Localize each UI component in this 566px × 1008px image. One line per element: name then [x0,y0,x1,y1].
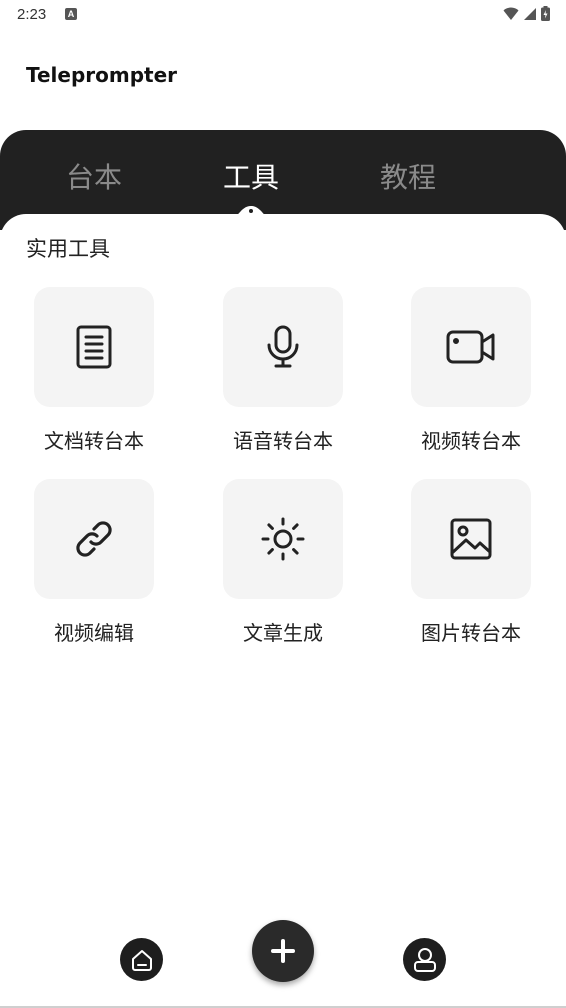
active-tab-indicator [228,206,274,220]
status-indicators [503,6,550,21]
tool-video-edit[interactable]: 视频编辑 [14,479,174,659]
tool-document-to-script[interactable]: 文档转台本 [14,287,174,467]
profile-button[interactable] [403,938,446,981]
tool-label: 文章生成 [243,621,323,645]
cell-signal-icon [524,7,536,20]
status-time: 2:23 [17,6,47,23]
profile-icon [413,947,436,972]
plus-icon [271,939,295,963]
tab-tutorial[interactable]: 教程 [380,156,436,196]
add-button[interactable] [252,920,314,982]
tab-script[interactable]: 台本 [66,156,122,196]
sun-icon [261,517,305,561]
tool-tile[interactable] [223,287,343,407]
tool-tile[interactable] [411,287,531,407]
tool-tile[interactable] [223,479,343,599]
bottom-nav [0,910,566,1008]
home-button[interactable] [120,938,163,981]
tool-label: 语音转台本 [233,429,333,453]
tool-label: 文档转台本 [44,429,144,453]
home-icon [131,949,152,971]
wifi-icon [503,7,519,20]
tool-voice-to-script[interactable]: 语音转台本 [203,287,363,467]
notification-icon: A [65,8,77,20]
tool-tile[interactable] [411,479,531,599]
section-title: 实用工具 [26,237,110,261]
microphone-icon [267,325,299,368]
app-title: Teleprompter [26,63,178,87]
status-bar: 2:23 A [0,0,566,32]
tool-tile[interactable] [34,287,154,407]
video-camera-icon [446,330,495,364]
tool-label: 视频转台本 [421,429,521,453]
tool-video-to-script[interactable]: 视频转台本 [391,287,551,467]
battery-icon [541,6,550,21]
tool-image-to-script[interactable]: 图片转台本 [391,479,551,659]
tool-label: 图片转台本 [421,621,521,645]
tool-label: 视频编辑 [54,621,134,645]
image-icon [450,518,492,560]
tool-article-generation[interactable]: 文章生成 [203,479,363,659]
tab-tools[interactable]: 工具 [223,156,279,196]
link-icon [76,521,112,557]
document-icon [76,325,112,369]
tool-tile[interactable] [34,479,154,599]
